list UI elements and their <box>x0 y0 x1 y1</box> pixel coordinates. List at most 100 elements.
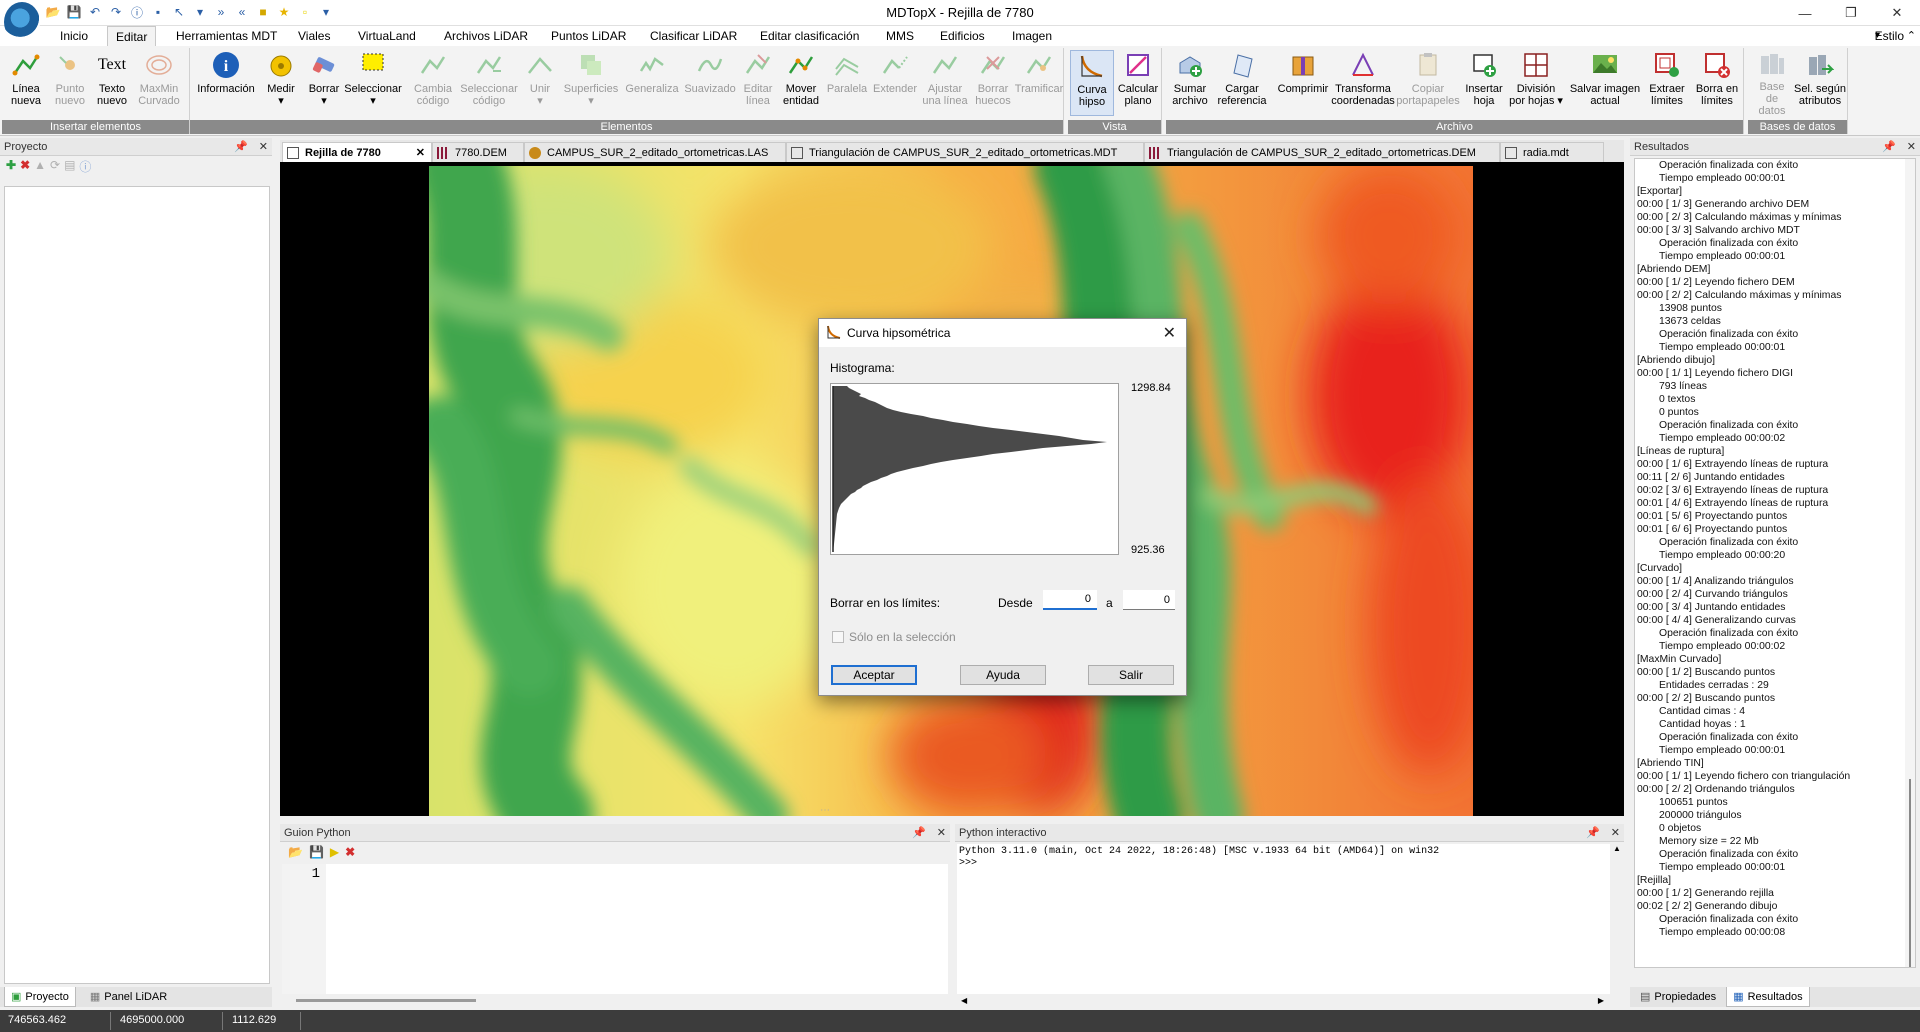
texto-nuevo-button[interactable]: Text Texto nuevo <box>92 50 132 116</box>
mover-entidad-button[interactable]: Mover entidad <box>778 50 824 116</box>
project-tree[interactable] <box>4 186 270 984</box>
horizontal-scrollbar[interactable] <box>282 994 948 1008</box>
close-icon[interactable]: ✕ <box>1874 0 1920 26</box>
aceptar-button[interactable]: Aceptar <box>831 665 917 685</box>
doc-tab-radia[interactable]: radia.mdt <box>1500 142 1604 162</box>
splitter-handle-icon[interactable]: ⋯ <box>820 805 830 816</box>
tab-clasificar-lidar[interactable]: Clasificar LiDAR <box>642 26 745 46</box>
comprimir-button[interactable]: Comprimir <box>1274 50 1332 116</box>
scroll-up-icon[interactable]: ▲ <box>1610 844 1624 853</box>
tab-edificios[interactable]: Edificios <box>932 26 993 46</box>
horizontal-scrollbar[interactable]: ◀ ▶ <box>957 994 1608 1008</box>
minimize-icon[interactable]: — <box>1782 0 1828 26</box>
cambia-codigo-button[interactable]: Cambia código <box>408 50 458 116</box>
tab-panel-lidar[interactable]: ▦ Panel LiDAR <box>84 987 173 1007</box>
tramificar-button[interactable]: Tramificar <box>1015 50 1063 116</box>
tab-resultados[interactable]: ▦ Resultados <box>1726 987 1810 1007</box>
info-icon[interactable]: ⓘ <box>79 158 91 174</box>
division-hojas-button[interactable]: División por hojas ▾ <box>1508 50 1564 116</box>
doc-tab-7780-dem[interactable]: 7780.DEM <box>432 142 524 162</box>
tab-virtualand[interactable]: VirtuaLand <box>350 26 424 46</box>
refresh-icon[interactable]: ⟳ <box>50 158 60 174</box>
extraer-limites-button[interactable]: Extraer límites <box>1644 50 1690 116</box>
unir-button[interactable]: Unir ▾ <box>520 50 560 116</box>
close-icon[interactable]: ✕ <box>416 144 425 162</box>
borrar-huecos-button[interactable]: Borrar huecos <box>972 50 1014 116</box>
help-icon[interactable]: ⌃ <box>1907 26 1916 46</box>
seleccionar-button[interactable]: Seleccionar ▾ <box>342 50 404 116</box>
close-icon[interactable]: ✕ <box>1611 827 1620 839</box>
doc-tab-rejilla[interactable]: Rejilla de 7780 ✕ <box>282 142 432 162</box>
tab-mms[interactable]: MMS <box>878 26 922 46</box>
close-icon[interactable]: ✕ <box>1163 323 1176 343</box>
generaliza-button[interactable]: Generaliza <box>624 50 680 116</box>
suavizado-button[interactable]: Suavizado <box>682 50 738 116</box>
pin-icon[interactable]: 📌 <box>234 141 248 153</box>
save-icon[interactable]: 💾 <box>309 845 324 859</box>
tab-propiedades[interactable]: ▤ Propiedades <box>1634 987 1722 1007</box>
borrar-button[interactable]: Borrar ▾ <box>302 50 346 116</box>
tab-editar[interactable]: Editar <box>107 26 157 46</box>
properties-icon[interactable]: ▤ <box>64 158 75 174</box>
curva-hipso-button[interactable]: Curva hipso <box>1070 50 1114 116</box>
extender-button[interactable]: Extender <box>870 50 920 116</box>
tab-archivos-lidar[interactable]: Archivos LiDAR <box>436 26 536 46</box>
python-console[interactable]: Python 3.11.0 (main, Oct 24 2022, 18:26:… <box>957 844 1622 994</box>
add-icon[interactable]: ✚ <box>6 158 16 174</box>
doc-tab-las[interactable]: CAMPUS_SUR_2_editado_ortometricas.LAS <box>524 142 786 162</box>
seleccionar-codigo-button[interactable]: Seleccionar código <box>458 50 520 116</box>
tab-editar-clasificacion[interactable]: Editar clasificación <box>752 26 867 46</box>
delete-icon[interactable]: ✖ <box>20 158 30 174</box>
python-script-editor[interactable]: 1 <box>282 864 948 994</box>
close-icon[interactable]: ✕ <box>259 141 268 153</box>
vertical-scrollbar[interactable]: ▲ <box>1610 844 1624 1008</box>
transforma-coordenadas-button[interactable]: Transforma coordenadas <box>1331 50 1395 116</box>
doc-tab-triang-dem[interactable]: Triangulación de CAMPUS_SUR_2_editado_or… <box>1144 142 1500 162</box>
linea-nueva-button[interactable]: Línea nueva <box>6 50 46 116</box>
sumar-archivo-button[interactable]: Sumar archivo <box>1168 50 1212 116</box>
tab-imagen[interactable]: Imagen <box>1004 26 1060 46</box>
tab-puntos-lidar[interactable]: Puntos LiDAR <box>543 26 634 46</box>
medir-button[interactable]: Medir ▾ <box>262 50 300 116</box>
solo-seleccion-checkbox[interactable] <box>832 631 844 643</box>
sel-segun-atributos-button[interactable]: Sel. según atributos <box>1794 50 1846 116</box>
style-dropdown-icon[interactable]: ▾ <box>1875 26 1880 46</box>
hasta-input[interactable] <box>1123 590 1175 610</box>
ajustar-linea-button[interactable]: Ajustar una línea <box>920 50 970 116</box>
run-icon[interactable]: ▶ <box>330 845 339 859</box>
salir-button[interactable]: Salir <box>1088 665 1174 685</box>
base-datos-button[interactable]: Base de datos <box>1752 50 1792 117</box>
doc-tab-mdt[interactable]: Triangulación de CAMPUS_SUR_2_editado_or… <box>786 142 1144 162</box>
ayuda-button[interactable]: Ayuda <box>960 665 1046 685</box>
results-log[interactable]: Operación finalizada con éxito Tiempo emp… <box>1634 158 1916 968</box>
scroll-thumb[interactable] <box>296 999 476 1002</box>
open-folder-icon[interactable]: 📂 <box>288 845 303 859</box>
stop-icon[interactable]: ✖ <box>345 845 355 859</box>
pin-icon[interactable]: 📌 <box>1882 141 1896 153</box>
insertar-hoja-button[interactable]: Insertar hoja <box>1462 50 1506 116</box>
calcular-plano-button[interactable]: Calcular plano <box>1116 50 1160 116</box>
cargar-referencia-button[interactable]: Cargar referencia <box>1212 50 1272 116</box>
tab-viales[interactable]: Viales <box>290 26 338 46</box>
paralela-button[interactable]: Paralela <box>824 50 870 116</box>
maxmin-curvado-button[interactable]: MaxMin Curvado <box>136 50 182 116</box>
tab-herramientas-mdt[interactable]: Herramientas MDT <box>168 26 285 46</box>
editar-linea-button[interactable]: Editar línea <box>738 50 778 116</box>
salvar-imagen-button[interactable]: Salvar imagen actual <box>1566 50 1644 116</box>
up-icon[interactable]: ▲ <box>34 158 46 174</box>
informacion-button[interactable]: i Información <box>194 50 258 116</box>
pin-icon[interactable]: 📌 <box>1586 827 1600 839</box>
punto-nuevo-button[interactable]: Punto nuevo <box>50 50 90 116</box>
copiar-portapapeles-button[interactable]: Copiar portapapeles <box>1396 50 1460 116</box>
borra-limites-button[interactable]: Borra en límites <box>1692 50 1742 116</box>
superficies-button[interactable]: Superficies ▾ <box>560 50 622 116</box>
close-icon[interactable]: ✕ <box>1907 141 1916 153</box>
tab-inicio[interactable]: Inicio <box>52 26 96 46</box>
tab-proyecto[interactable]: ▣ Proyecto <box>4 987 76 1007</box>
vertical-scrollbar[interactable] <box>1905 159 1915 967</box>
desde-input[interactable] <box>1043 590 1097 610</box>
scroll-thumb[interactable] <box>1909 779 1911 967</box>
pin-icon[interactable]: 📌 <box>912 827 926 839</box>
app-logo-icon[interactable] <box>4 2 40 42</box>
restore-icon[interactable]: ❐ <box>1828 0 1874 26</box>
